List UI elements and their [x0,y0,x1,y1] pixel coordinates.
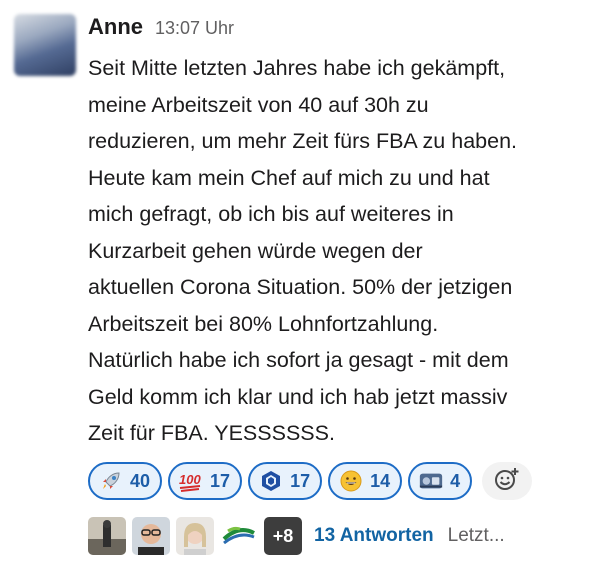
reply-avatar[interactable] [88,517,126,555]
reaction-count: 17 [290,470,311,491]
author-avatar[interactable] [14,14,76,76]
reaction-grinning[interactable]: 14 [328,462,403,500]
reaction-count: 14 [370,470,391,491]
reaction-custom[interactable]: 4 [408,462,473,500]
reaction-count: 4 [450,470,461,491]
reply-avatar[interactable] [132,517,170,555]
rocket-icon [98,468,124,494]
reaction-count: 40 [130,470,151,491]
reactions-bar: 40 100 17 17 14 4 [88,462,533,500]
reaction-hexagon[interactable]: 17 [248,462,323,500]
message-header: Anne 13:07 Uhr [88,14,234,48]
svg-text:100: 100 [179,472,201,487]
add-reaction-button[interactable] [482,462,533,500]
replies-link[interactable]: 13 Antworten [314,525,434,547]
author-name[interactable]: Anne [88,14,143,40]
hexagon-badge-icon [258,468,284,494]
grinning-face-icon [338,468,364,494]
hundred-points-icon: 100 [178,468,204,494]
custom-emoji-icon [418,468,444,494]
add-reaction-icon [494,466,520,497]
reply-avatar[interactable] [176,517,214,555]
more-repliers-count[interactable]: +8 [264,517,302,555]
message-text: Seit Mitte letzten Jahres habe ich gekäm… [88,56,518,445]
last-reply-label: Letzt... [447,525,505,546]
reaction-count: 17 [210,470,231,491]
thread-summary[interactable]: +8 13 Antworten Letzt... [88,517,505,555]
reaction-rocket[interactable]: 40 [88,462,163,500]
reply-avatar[interactable] [220,517,258,555]
reaction-hundred[interactable]: 100 17 [168,462,243,500]
timestamp[interactable]: 13:07 Uhr [155,18,234,39]
message: Anne 13:07 Uhr Seit Mitte letzten Jahres… [0,0,600,570]
